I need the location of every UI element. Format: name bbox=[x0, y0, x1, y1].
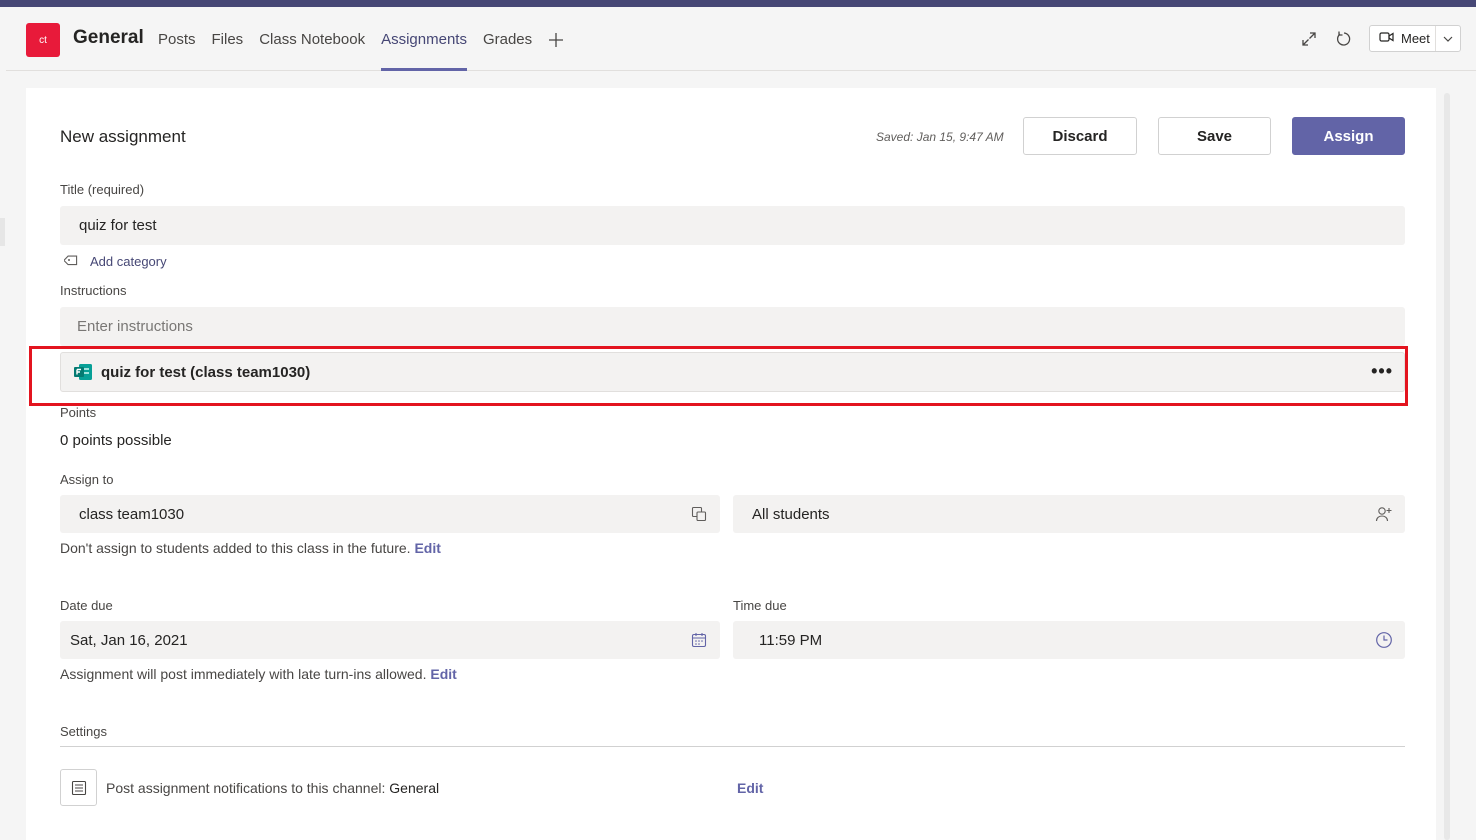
highlight-box bbox=[29, 346, 1408, 406]
refresh-icon[interactable] bbox=[1333, 28, 1355, 50]
notification-icon bbox=[60, 769, 97, 806]
points-label: Points bbox=[60, 405, 97, 420]
copy-icon bbox=[690, 505, 708, 523]
channel-tabs: Posts Files Class Notebook Assignments G… bbox=[158, 7, 564, 71]
discard-button[interactable]: Discard bbox=[1023, 117, 1137, 155]
class-selector[interactable]: class team1030 bbox=[60, 495, 720, 533]
add-category-label: Add category bbox=[90, 254, 167, 269]
future-students-edit-link[interactable]: Edit bbox=[414, 540, 440, 556]
team-avatar[interactable]: ct bbox=[26, 23, 60, 57]
settings-divider bbox=[60, 746, 1405, 747]
post-schedule-note: Assignment will post immediately with la… bbox=[60, 666, 457, 682]
future-students-note: Don't assign to students added to this c… bbox=[60, 540, 441, 556]
channel-name: General bbox=[73, 27, 144, 48]
time-due-label: Time due bbox=[733, 598, 787, 613]
tab-assignments[interactable]: Assignments bbox=[373, 7, 475, 71]
expand-icon[interactable] bbox=[1298, 28, 1320, 50]
date-due-value: Sat, Jan 16, 2021 bbox=[70, 631, 188, 649]
channel-header: ct General Posts Files Class Notebook As… bbox=[6, 7, 1476, 71]
left-rail-edge bbox=[0, 218, 5, 246]
video-camera-icon bbox=[1379, 31, 1395, 46]
tag-icon bbox=[63, 252, 80, 271]
assign-button[interactable]: Assign bbox=[1292, 117, 1405, 155]
assignment-form: New assignment Saved: Jan 15, 9:47 AM Di… bbox=[26, 88, 1436, 840]
page-title: New assignment bbox=[60, 127, 186, 146]
assign-to-label: Assign to bbox=[60, 472, 114, 487]
instructions-placeholder: Enter instructions bbox=[77, 318, 193, 335]
future-students-text: Don't assign to students added to this c… bbox=[60, 540, 411, 556]
title-label: Title (required) bbox=[60, 182, 145, 197]
class-value: class team1030 bbox=[79, 505, 185, 523]
add-category-button[interactable]: Add category bbox=[63, 252, 167, 271]
tab-files[interactable]: Files bbox=[204, 7, 252, 71]
time-due-value: 11:59 PM bbox=[759, 631, 823, 649]
calendar-icon bbox=[690, 631, 708, 649]
students-selector[interactable]: All students bbox=[733, 495, 1405, 533]
chevron-down-icon[interactable] bbox=[1436, 36, 1460, 42]
meet-button[interactable]: Meet bbox=[1369, 25, 1461, 52]
date-due-label: Date due bbox=[60, 598, 113, 613]
add-person-icon bbox=[1375, 505, 1393, 523]
saved-status: Saved: Jan 15, 9:47 AM bbox=[876, 130, 1004, 144]
save-button[interactable]: Save bbox=[1158, 117, 1271, 155]
settings-label: Settings bbox=[60, 724, 107, 739]
points-value[interactable]: 0 points possible bbox=[60, 432, 172, 449]
scrollbar[interactable] bbox=[1444, 93, 1450, 840]
clock-icon bbox=[1375, 631, 1393, 649]
instructions-label: Instructions bbox=[60, 283, 127, 298]
notification-edit-link[interactable]: Edit bbox=[737, 780, 763, 796]
time-due-picker[interactable]: 11:59 PM bbox=[733, 621, 1405, 659]
team-initials: ct bbox=[39, 34, 47, 46]
plus-icon[interactable] bbox=[540, 7, 564, 71]
title-value: quiz for test bbox=[79, 217, 157, 234]
tab-posts[interactable]: Posts bbox=[158, 7, 204, 71]
title-input[interactable]: quiz for test bbox=[60, 206, 1405, 245]
app-top-bar bbox=[0, 0, 1476, 7]
tab-grades[interactable]: Grades bbox=[475, 7, 540, 71]
post-schedule-text: Assignment will post immediately with la… bbox=[60, 666, 427, 682]
post-schedule-edit-link[interactable]: Edit bbox=[430, 666, 456, 682]
students-value: All students bbox=[752, 505, 830, 523]
tab-class-notebook[interactable]: Class Notebook bbox=[251, 7, 373, 71]
instructions-input[interactable]: Enter instructions bbox=[60, 307, 1405, 346]
notification-channel: General bbox=[389, 780, 440, 796]
date-due-picker[interactable]: Sat, Jan 16, 2021 bbox=[60, 621, 720, 659]
notification-setting: Post assignment notifications to this ch… bbox=[106, 780, 439, 796]
meet-label: Meet bbox=[1401, 31, 1430, 46]
notification-text: Post assignment notifications to this ch… bbox=[106, 780, 386, 796]
